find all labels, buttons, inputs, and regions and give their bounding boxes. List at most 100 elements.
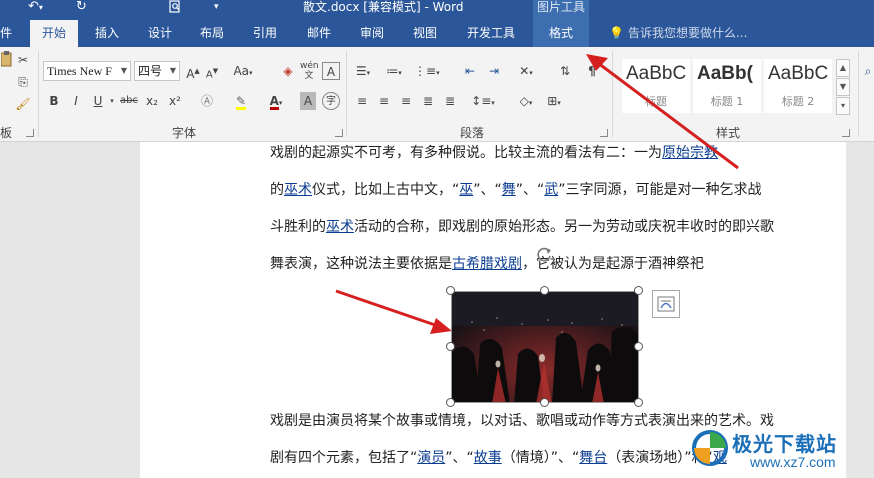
resize-handle-top-left[interactable]: [446, 286, 455, 295]
rotate-handle-icon[interactable]: [534, 244, 554, 264]
text-effects-icon[interactable]: Ⓐ: [197, 92, 217, 110]
increase-indent-icon[interactable]: ⇥: [484, 62, 504, 80]
styles-scroll-down-icon[interactable]: ▼: [836, 78, 850, 96]
resize-handle-bottom[interactable]: [540, 398, 549, 407]
align-right-icon[interactable]: ≡: [397, 92, 415, 110]
paragraph-launcher-icon[interactable]: [600, 129, 608, 137]
paragraph-line: 剧有四个元素，包括了“演员”、“故事（情境）”、“舞台（表演场地）”和“观: [270, 449, 727, 467]
styles-scroll-up-icon[interactable]: ▲: [836, 59, 850, 77]
tab-home[interactable]: 开始: [30, 20, 78, 47]
resize-handle-left[interactable]: [446, 342, 455, 351]
strikethrough-button[interactable]: abc: [118, 92, 140, 110]
hyperlink[interactable]: 武: [544, 182, 558, 198]
phonetic-guide-icon[interactable]: wén 文: [300, 61, 319, 81]
redo-icon[interactable]: ↻: [76, 0, 87, 14]
tell-me-placeholder: 告诉我您想要做什么...: [627, 26, 748, 40]
style-heading-1[interactable]: AaBb( 标题 1: [693, 59, 761, 113]
style-sample: AaBb(: [697, 63, 753, 84]
layout-options-button[interactable]: [652, 290, 680, 318]
font-color-icon[interactable]: A▾: [265, 92, 287, 110]
resize-handle-bottom-right[interactable]: [634, 398, 643, 407]
paragraph-line: 戏剧的起源实不可考，有多种假说。比较主流的看法有二：一为原始宗教: [270, 144, 718, 162]
tab-layout[interactable]: 布局: [190, 20, 234, 47]
find-icon[interactable]: ⌕: [862, 62, 874, 80]
resize-handle-right[interactable]: [634, 342, 643, 351]
chevron-down-icon[interactable]: ▼: [167, 62, 179, 80]
group-divider: [858, 51, 859, 137]
style-title[interactable]: AaBbC 标题: [622, 59, 690, 113]
character-shading-icon[interactable]: A: [300, 92, 316, 110]
enclosed-characters-icon[interactable]: 字: [322, 92, 340, 110]
site-watermark: 极光下载站 www.xz7.com: [690, 420, 874, 478]
multilevel-list-icon[interactable]: ⋮≡▾: [414, 62, 440, 80]
font-name-value: Times New F: [47, 64, 112, 78]
character-border-icon[interactable]: A: [322, 62, 340, 80]
undo-icon[interactable]: ↶▾: [28, 0, 43, 15]
hyperlink[interactable]: 巫术: [284, 182, 312, 198]
underline-button[interactable]: U: [90, 92, 106, 110]
distributed-icon[interactable]: ≣: [441, 92, 459, 110]
selected-picture[interactable]: [451, 291, 639, 403]
shading-icon[interactable]: ◇▾: [514, 92, 538, 110]
highlight-color-icon[interactable]: ✎: [230, 92, 252, 110]
format-painter-icon[interactable]: 🖌: [14, 95, 32, 113]
hyperlink[interactable]: 巫术: [326, 219, 354, 235]
resize-handle-top[interactable]: [540, 286, 549, 295]
clear-formatting-icon[interactable]: ◈: [279, 62, 297, 80]
hyperlink[interactable]: 舞: [502, 182, 516, 198]
tab-mailings[interactable]: 邮件: [297, 20, 341, 47]
hyperlink[interactable]: 故事: [474, 450, 502, 466]
subscript-button[interactable]: x₂: [143, 92, 161, 110]
bold-button[interactable]: B: [46, 92, 62, 110]
sort-icon[interactable]: ⇅: [555, 62, 575, 80]
change-case-icon[interactable]: Aa▾: [231, 62, 255, 80]
font-launcher-icon[interactable]: [335, 129, 343, 137]
chevron-down-icon[interactable]: ▾: [108, 92, 116, 110]
borders-icon[interactable]: ⊞▾: [542, 92, 566, 110]
align-left-icon[interactable]: ≡: [353, 92, 371, 110]
justify-icon[interactable]: ≣: [419, 92, 437, 110]
hyperlink[interactable]: 舞台: [579, 450, 607, 466]
hyperlink[interactable]: 原始宗教: [662, 145, 718, 161]
bullets-icon[interactable]: ☰▾: [352, 62, 374, 80]
styles-launcher-icon[interactable]: [842, 129, 850, 137]
tab-design[interactable]: 设计: [138, 20, 182, 47]
align-center-icon[interactable]: ≡: [375, 92, 393, 110]
chinese-layout-icon[interactable]: ✕▾: [514, 62, 538, 80]
tab-file[interactable]: 件: [0, 20, 14, 47]
customize-quick-access-icon[interactable]: ▾: [214, 0, 219, 14]
hyperlink[interactable]: 古希腊戏剧: [452, 256, 522, 272]
tab-insert[interactable]: 插入: [84, 20, 130, 47]
style-heading-2[interactable]: AaBbC 标题 2: [764, 59, 832, 113]
tab-format[interactable]: 格式: [533, 20, 589, 47]
font-size-combo[interactable]: 四号 ▼: [134, 61, 180, 81]
tab-developer[interactable]: 开发工具: [458, 20, 524, 47]
superscript-button[interactable]: x²: [166, 92, 184, 110]
hyperlink[interactable]: 巫: [459, 182, 473, 198]
chevron-down-icon[interactable]: ▼: [118, 62, 130, 80]
italic-button[interactable]: I: [68, 92, 84, 110]
tell-me-search[interactable]: 💡 告诉我您想要做什么...: [609, 20, 747, 47]
font-name-combo[interactable]: Times New F ▼: [43, 61, 131, 81]
decrease-indent-icon[interactable]: ⇤: [460, 62, 480, 80]
text-run: 舞表演，这种说法主要依据是: [270, 256, 452, 272]
numbering-icon[interactable]: ≔▾: [383, 62, 405, 80]
tab-view[interactable]: 视图: [403, 20, 447, 47]
paste-icon[interactable]: [0, 51, 14, 69]
tab-references[interactable]: 引用: [243, 20, 287, 47]
show-formatting-marks-icon[interactable]: ¶: [586, 62, 598, 80]
line-spacing-icon[interactable]: ↕≡▾: [470, 92, 496, 110]
tab-review[interactable]: 审阅: [350, 20, 394, 47]
clipboard-launcher-icon[interactable]: [26, 129, 34, 137]
hyperlink[interactable]: 演员: [417, 450, 445, 466]
cut-icon[interactable]: ✂: [14, 51, 32, 69]
watermark-logo-icon: [692, 430, 728, 466]
print-preview-icon[interactable]: [168, 0, 182, 18]
resize-handle-top-right[interactable]: [634, 286, 643, 295]
text-run: ”、“: [515, 182, 545, 198]
resize-handle-bottom-left[interactable]: [446, 398, 455, 407]
copy-icon[interactable]: ⎘: [14, 73, 32, 91]
shrink-font-icon[interactable]: A▼: [204, 62, 220, 80]
grow-font-icon[interactable]: A▲: [185, 62, 201, 81]
styles-more-icon[interactable]: ▾: [836, 97, 850, 115]
